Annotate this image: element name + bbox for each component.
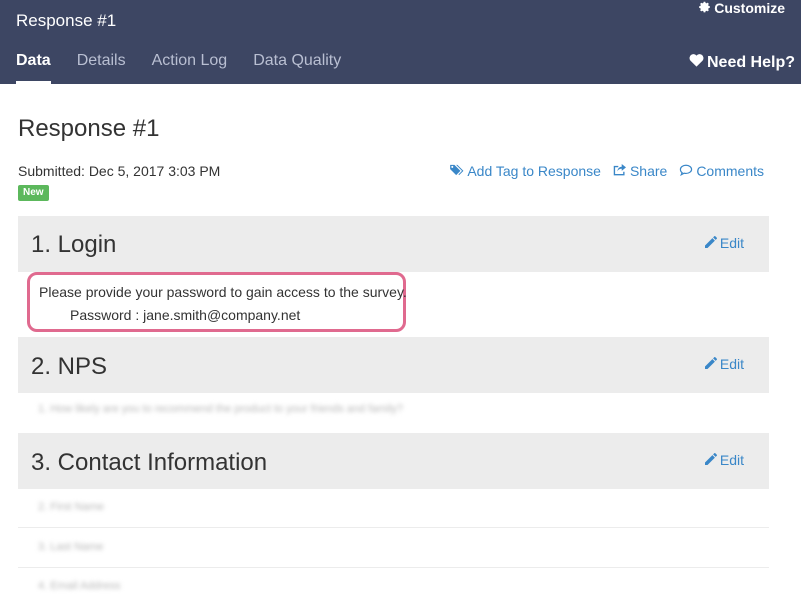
comments-button[interactable]: Comments: [679, 163, 764, 179]
share-icon: [613, 163, 627, 179]
comment-icon: [679, 163, 693, 179]
share-label: Share: [629, 163, 668, 179]
contact-field-last-name: 3. Last Name: [38, 541, 104, 553]
response-actions: Add Tag to Response Share Comments: [450, 163, 764, 179]
pencil-icon: [704, 452, 717, 468]
section-nps-header: 2. NPS Edit: [18, 337, 769, 393]
edit-label: Edit: [719, 452, 744, 468]
edit-label: Edit: [719, 235, 744, 251]
edit-login-button[interactable]: Edit: [704, 235, 744, 251]
comments-label: Comments: [696, 163, 764, 179]
section-title: 3. Contact Information: [31, 449, 268, 476]
row-divider: [18, 567, 769, 568]
tab-data[interactable]: Data: [16, 52, 51, 84]
login-answer: Password : jane.smith@company.net: [70, 307, 301, 323]
contact-field-email: 4. Email Address: [38, 580, 121, 592]
gear-icon: [699, 0, 711, 16]
top-header: Response #1 Customize Data Details Actio…: [0, 0, 801, 84]
pencil-icon: [704, 356, 717, 372]
row-divider: [18, 527, 769, 528]
status-badge: New: [18, 185, 49, 201]
tab-bar: Data Details Action Log Data Quality: [16, 52, 367, 84]
page-title: Response #1: [18, 115, 160, 142]
add-tag-button[interactable]: Add Tag to Response: [450, 163, 601, 179]
tab-details[interactable]: Details: [77, 52, 126, 84]
header-title: Response #1: [16, 11, 117, 30]
nps-question: 1. How likely are you to recommend the p…: [38, 403, 404, 415]
customize-button[interactable]: Customize: [699, 0, 785, 16]
customize-label: Customize: [714, 0, 785, 16]
need-help-button[interactable]: Need Help?: [689, 53, 795, 72]
tab-action-log[interactable]: Action Log: [152, 52, 228, 84]
section-login-header: 1. Login Edit: [18, 216, 769, 272]
tab-data-quality[interactable]: Data Quality: [253, 52, 341, 84]
section-title: 2. NPS: [31, 353, 108, 380]
add-tag-label: Add Tag to Response: [467, 163, 601, 179]
pencil-icon: [704, 235, 717, 251]
need-help-label: Need Help?: [706, 53, 795, 71]
heart-icon: [689, 53, 704, 72]
contact-field-first-name: 2. First Name: [38, 501, 105, 513]
edit-nps-button[interactable]: Edit: [704, 356, 744, 372]
login-question: Please provide your password to gain acc…: [39, 284, 407, 300]
section-title: 1. Login: [31, 231, 117, 258]
edit-contact-button[interactable]: Edit: [704, 452, 744, 468]
submitted-timestamp: Submitted: Dec 5, 2017 3:03 PM: [18, 163, 221, 179]
edit-label: Edit: [719, 356, 744, 372]
section-contact-header: 3. Contact Information Edit: [18, 433, 769, 489]
share-button[interactable]: Share: [613, 163, 667, 179]
highlight-annotation: [27, 272, 406, 332]
tags-icon: [450, 163, 464, 179]
